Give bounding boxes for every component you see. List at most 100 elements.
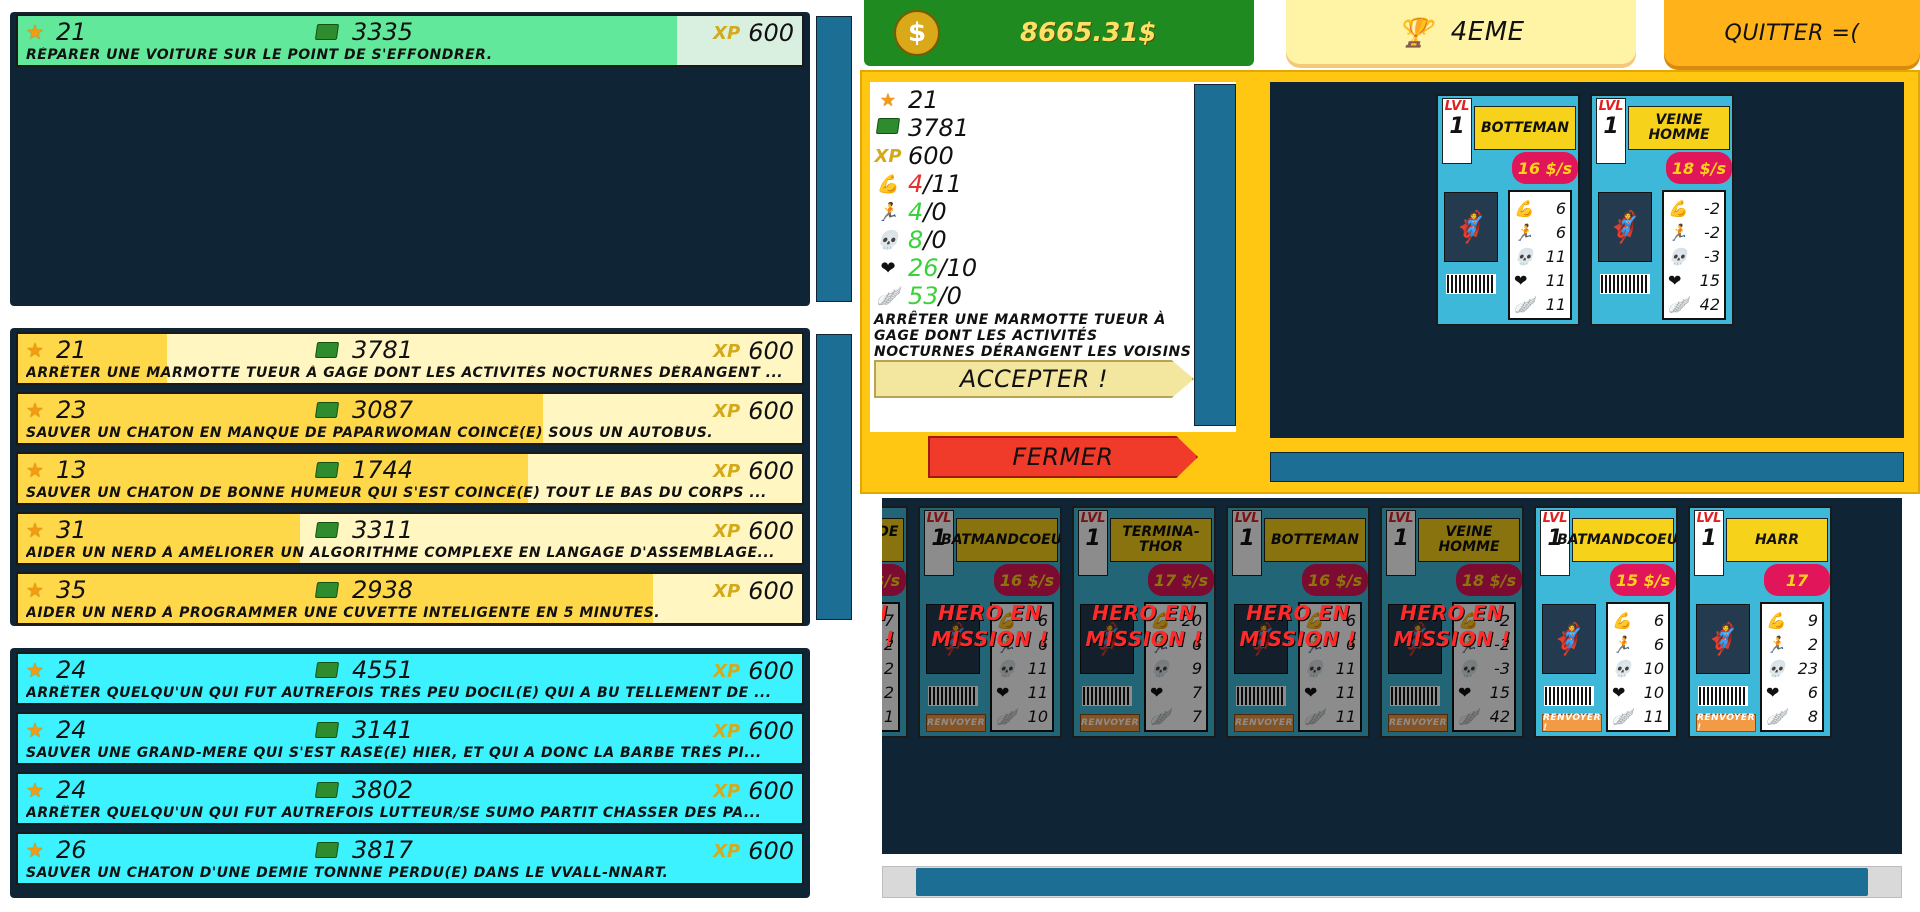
mission-status: HERO EN MISSION ! xyxy=(1085,601,1203,651)
close-label: FERMER xyxy=(1012,443,1114,471)
muscle-icon: 💪 xyxy=(876,173,900,195)
hero-lvl-label: LVL xyxy=(1598,99,1624,114)
quest-xp: 600 xyxy=(748,577,794,605)
quest-money: 3335 xyxy=(352,18,414,46)
quest-level: 21 xyxy=(56,18,87,46)
rank-display: 🏆 4EME xyxy=(1286,0,1636,64)
hero-stat: -2 xyxy=(1704,198,1720,218)
close-button[interactable]: FERMER xyxy=(928,436,1198,478)
quest-title: arrêter une marmotte tueur à gage dont l… xyxy=(26,365,784,381)
hero-card[interactable]: LVL 1 TERMINA-THOR 17 $/s 🦸 💪 20 🏃 6 💀 9 ❤ 7 🪽 7 R… xyxy=(1072,506,1216,738)
available-quest[interactable]: ★ 23 3087 XP 600 sauver un chaton en manq… xyxy=(16,392,804,445)
send-back-button[interactable]: RENVOYER ! xyxy=(1696,713,1756,733)
active-quests-scrollbar[interactable] xyxy=(816,16,852,302)
hero-stat: 11 xyxy=(1545,270,1566,290)
available-quest[interactable]: ★ 21 3781 XP 600 arrêter une marmotte tue… xyxy=(16,332,804,385)
quest-level: 24 xyxy=(56,716,87,744)
star-icon: ★ xyxy=(26,458,44,482)
quit-label: QUITTER =( xyxy=(1724,20,1860,46)
hero-card[interactable]: LVL 1 VEINE HOMME 18 $/s 🦸 💪 -2 🏃 -2 💀 -3 ❤ 15 🪽 4… xyxy=(1590,94,1734,326)
quest-xp: 600 xyxy=(748,837,794,865)
hero-price: 16 $/s xyxy=(1512,152,1578,184)
hero-stat: 8 xyxy=(1807,706,1818,726)
hero-card[interactable]: LVL1 NUANCE DE GIN 17 $/s 🦸 💪7🏃2💀12❤12🪽1… xyxy=(882,506,908,738)
heart-icon: ❤ xyxy=(1766,682,1780,702)
quest-title: arrêter quelqu'un qui fut autrefois très… xyxy=(26,685,772,701)
xp-icon: XP xyxy=(713,780,741,802)
xp-icon: XP xyxy=(713,580,741,602)
hero-card[interactable]: LVL 1 BOTTEMAN 16 $/s 🦸 💪 6 🏃 6 💀 11 ❤ 11 🪽 11 xyxy=(1436,94,1580,326)
heart-icon: ❤ xyxy=(1612,682,1626,702)
detail-intel: 8 xyxy=(908,226,924,254)
hero-name: BOTTEMAN xyxy=(1474,106,1576,150)
available-quests-scrollbar[interactable] xyxy=(816,334,852,620)
wing-icon: 🪽 xyxy=(1514,294,1534,314)
rank-label: 4EME xyxy=(1450,17,1525,47)
barcode-icon xyxy=(1446,274,1496,294)
assigned-heroes-area xyxy=(1270,82,1904,438)
hero-stat: -3 xyxy=(1704,246,1720,266)
star-icon: ★ xyxy=(26,838,44,862)
money-total: 8665.31$ xyxy=(1020,18,1157,48)
star-icon: ★ xyxy=(26,20,44,44)
heart-icon: ❤ xyxy=(880,257,896,279)
runner-icon: 🏃 xyxy=(1766,634,1786,654)
quest-money: 3087 xyxy=(352,396,414,424)
hero-stats: 💪 6 🏃 6 💀 11 ❤ 11 🪽 11 xyxy=(1508,190,1572,320)
accept-button[interactable]: ACCEPTER ! xyxy=(874,360,1194,398)
hero-price: 18 $/s xyxy=(1666,152,1732,184)
cash-icon xyxy=(314,24,340,40)
quest-title: aider un nerd à programmer une cuvette i… xyxy=(26,605,661,621)
assigned-heroes-scrollbar[interactable] xyxy=(1270,452,1904,482)
xp-icon: XP xyxy=(713,340,741,362)
quest-title: aider un nerd à améliorer un algorithme … xyxy=(26,545,776,561)
runner-icon: 🏃 xyxy=(1612,634,1632,654)
hero-stat: 6 xyxy=(1555,198,1566,218)
quest-xp: 600 xyxy=(748,457,794,485)
send-back-button[interactable]: RENVOYER ! xyxy=(1542,713,1602,733)
roster-scroll-thumb[interactable] xyxy=(916,868,1868,896)
hero-portrait: 🦸 xyxy=(1542,604,1596,674)
completed-quest[interactable]: ★ 26 3817 XP 600 sauver un chaton d'une d… xyxy=(16,832,804,885)
money-panel: $ 8665.31$ xyxy=(864,0,1254,66)
muscle-icon: 💪 xyxy=(1668,198,1688,218)
hero-card[interactable]: LVL 1 HARR 17 🦸 💪 9 🏃 2 💀 23 ❤ 6 🪽 8 RENVOYER ! xyxy=(1688,506,1832,738)
hero-stat: 6 xyxy=(1555,222,1566,242)
available-quest[interactable]: ★ 13 1744 XP 600 sauver un chaton de bonn… xyxy=(16,452,804,505)
hero-card[interactable]: LVL 1 VEINE HOMME 18 $/s 🦸 💪 -2 🏃 -2 💀 -3 ❤ 15 🪽 4… xyxy=(1380,506,1524,738)
completed-quest[interactable]: ★ 24 3802 XP 600 arrêter quelqu'un qui fu… xyxy=(16,772,804,825)
xp-icon: XP xyxy=(874,145,902,167)
quest-money: 3141 xyxy=(352,716,414,744)
active-quest[interactable]: ★ 21 3335 XP 600 réparer une voiture sur … xyxy=(16,14,804,67)
mission-status: HERO EN MISSION ! xyxy=(882,601,895,651)
cash-icon xyxy=(314,782,340,798)
hero-stat: 2 xyxy=(1807,634,1818,654)
xp-icon: XP xyxy=(713,660,741,682)
available-quest[interactable]: ★ 31 3311 XP 600 aider un nerd à améliore… xyxy=(16,512,804,565)
heart-icon: ❤ xyxy=(1668,270,1682,290)
cash-icon xyxy=(314,522,340,538)
hero-stats: 💪 9 🏃 2 💀 23 ❤ 6 🪽 8 xyxy=(1760,602,1824,732)
accept-label: ACCEPTER ! xyxy=(959,365,1109,393)
completed-quest[interactable]: ★ 24 3141 XP 600 sauver une grand-mere qu… xyxy=(16,712,804,765)
quest-xp: 600 xyxy=(748,777,794,805)
hero-card[interactable]: LVL 1 BOTTEMAN 16 $/s 🦸 💪 6 🏃 6 💀 11 ❤ 11 🪽 11 REN… xyxy=(1226,506,1370,738)
detail-xp: 600 xyxy=(908,142,954,170)
completed-quest[interactable]: ★ 24 4551 XP 600 arrêter quelqu'un qui fu… xyxy=(16,652,804,705)
hero-price: 17 xyxy=(1764,564,1830,596)
quit-button[interactable]: QUITTER =( xyxy=(1664,0,1920,66)
runner-icon: 🏃 xyxy=(876,201,900,223)
quest-xp: 600 xyxy=(748,397,794,425)
hero-stat: 11 xyxy=(1545,294,1566,314)
hero-stat: 11 xyxy=(1545,246,1566,266)
hero-card[interactable]: LVL 1 BATMANDCOEUR 16 $/s 🦸 💪 6 🏃 6 💀 11 ❤ 11 🪽 10… xyxy=(918,506,1062,738)
wing-icon: 🪽 xyxy=(876,285,900,307)
quest-details-panel: ★ 21 3781 XP 600 💪 4/11 🏃 4/0 💀 8/0 ❤ 26/10 🪽 5… xyxy=(860,70,1920,494)
details-scrollbar[interactable] xyxy=(1194,84,1236,426)
hero-card[interactable]: LVL 1 BATMANDCOEUR 15 $/s 🦸 💪 6 🏃 6 💀 10 ❤ 10 🪽 11… xyxy=(1534,506,1678,738)
muscle-icon: 💪 xyxy=(1766,610,1786,630)
available-quest[interactable]: ★ 35 2938 XP 600 aider un nerd à programm… xyxy=(16,572,804,625)
detail-speed: 4 xyxy=(908,198,924,226)
runner-icon: 🏃 xyxy=(1668,222,1688,242)
trophy-icon: 🏆 xyxy=(1397,15,1433,49)
